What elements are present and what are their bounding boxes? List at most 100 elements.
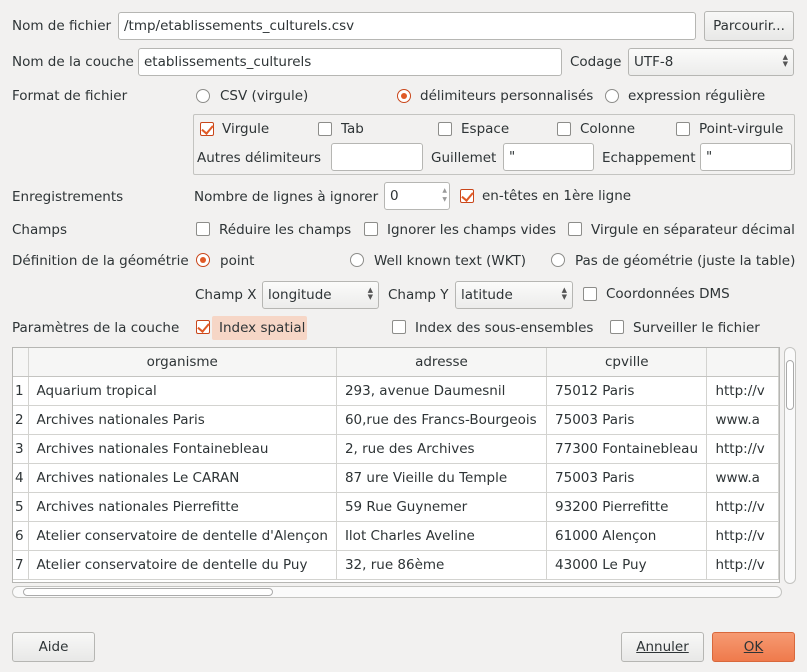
x-field-value: longitude bbox=[268, 287, 332, 303]
table-cell: www.a bbox=[706, 405, 779, 435]
table-header-row: organisme adresse cpville bbox=[13, 348, 779, 377]
trim-fields-checkbox[interactable] bbox=[196, 222, 210, 236]
table-cell: Atelier conservatoire de dentelle d'Alen… bbox=[28, 521, 337, 551]
geometry-none-radio[interactable] bbox=[551, 253, 565, 267]
x-field-select[interactable]: longitude ▲ ▼ bbox=[262, 281, 379, 309]
table-cell: 60,rue des Francs-Bourgeois bbox=[336, 405, 548, 435]
format-csv-radio[interactable] bbox=[196, 89, 210, 103]
ok-button[interactable]: OK bbox=[712, 632, 795, 662]
spatial-index-checkbox[interactable] bbox=[196, 320, 210, 334]
table-cell: www.a bbox=[706, 463, 779, 493]
spatial-index-label: Index spatial bbox=[219, 320, 306, 336]
sample-data-table[interactable]: organisme adresse cpville 1 Aquarium tro… bbox=[12, 347, 780, 583]
escape-field[interactable]: " bbox=[700, 143, 792, 171]
dms-label: Coordonnées DMS bbox=[606, 286, 730, 302]
geometry-wkt-label: Well known text (WKT) bbox=[374, 253, 527, 269]
dms-checkbox[interactable] bbox=[583, 287, 597, 301]
horizontal-scroll-thumb[interactable] bbox=[23, 588, 273, 596]
spin-arrows-icon[interactable]: ▲ ▼ bbox=[442, 186, 447, 204]
row-number: 5 bbox=[13, 492, 29, 522]
decimal-comma-checkbox[interactable] bbox=[568, 222, 582, 236]
file-path-field[interactable]: /tmp/etablissements_culturels.csv bbox=[118, 12, 696, 40]
table-cell: 61000 Alençon bbox=[546, 521, 708, 551]
geometry-label: Définition de la géométrie bbox=[12, 253, 189, 269]
column-header[interactable]: cpville bbox=[546, 348, 708, 377]
delim-colon-label: Colonne bbox=[580, 121, 636, 137]
table-row[interactable]: 4 Archives nationales Le CARAN 87 ure Vi… bbox=[13, 463, 779, 493]
combo-arrows-icon: ▲ ▼ bbox=[367, 286, 373, 301]
column-header[interactable] bbox=[706, 348, 779, 377]
combo-arrows-icon: ▲ ▼ bbox=[782, 53, 788, 68]
table-row[interactable]: 5 Archives nationales Pierrefitte 59 Rue… bbox=[13, 492, 779, 522]
subset-index-checkbox[interactable] bbox=[392, 320, 406, 334]
delim-space-checkbox[interactable] bbox=[438, 122, 452, 136]
browse-button[interactable]: Parcourir... bbox=[704, 11, 794, 41]
table-cell: Archives nationales Fontainebleau bbox=[28, 434, 337, 464]
table-row[interactable]: 1 Aquarium tropical 293, avenue Daumesni… bbox=[13, 376, 779, 406]
discard-empty-label: Ignorer les champs vides bbox=[387, 222, 557, 238]
help-button[interactable]: Aide bbox=[12, 632, 95, 662]
table-cell: http://v bbox=[706, 434, 779, 464]
delim-colon-checkbox[interactable] bbox=[557, 122, 571, 136]
row-number: 7 bbox=[13, 550, 29, 580]
other-delimiters-label: Autres délimiteurs bbox=[197, 150, 321, 166]
delim-space-label: Espace bbox=[461, 121, 510, 137]
layer-name-field[interactable]: etablissements_culturels bbox=[138, 48, 562, 76]
row-number: 1 bbox=[13, 376, 29, 406]
format-custom-label: délimiteurs personnalisés bbox=[420, 88, 594, 104]
column-header[interactable]: adresse bbox=[336, 348, 548, 377]
records-label: Enregistrements bbox=[12, 189, 124, 205]
table-row[interactable]: 3 Archives nationales Fontainebleau 2, r… bbox=[13, 434, 779, 464]
table-cell: 293, avenue Daumesnil bbox=[336, 376, 548, 406]
table-cell: 59 Rue Guynemer bbox=[336, 492, 548, 522]
quote-label: Guillemet bbox=[431, 150, 497, 166]
table-horizontal-scrollbar[interactable] bbox=[12, 586, 782, 598]
format-regex-radio[interactable] bbox=[605, 89, 619, 103]
trim-fields-label: Réduire les champs bbox=[219, 222, 352, 238]
decimal-comma-label: Virgule en séparateur décimal bbox=[591, 222, 795, 238]
subset-index-label: Index des sous-ensembles bbox=[415, 320, 594, 336]
row-number: 4 bbox=[13, 463, 29, 493]
table-cell: 75003 Paris bbox=[546, 405, 708, 435]
delim-tab-checkbox[interactable] bbox=[318, 122, 332, 136]
delim-comma-label: Virgule bbox=[222, 121, 270, 137]
cancel-button[interactable]: Annuler bbox=[621, 632, 704, 662]
headers-checkbox[interactable] bbox=[460, 189, 474, 203]
table-cell: 87 ure Vieille du Temple bbox=[336, 463, 548, 493]
encoding-select[interactable]: UTF-8 ▲ ▼ bbox=[628, 48, 794, 76]
delim-semicolon-label: Point-virgule bbox=[699, 121, 784, 137]
delim-tab-label: Tab bbox=[341, 121, 364, 137]
format-custom-radio[interactable] bbox=[397, 89, 411, 103]
table-row[interactable]: 6 Atelier conservatoire de dentelle d'Al… bbox=[13, 521, 779, 551]
quote-field[interactable]: " bbox=[503, 143, 594, 171]
skip-lines-spinbox[interactable]: 0 ▲ ▼ bbox=[384, 182, 450, 210]
format-regex-label: expression régulière bbox=[628, 88, 766, 104]
y-field-select[interactable]: latitude ▲ ▼ bbox=[455, 281, 573, 309]
delim-semicolon-checkbox[interactable] bbox=[676, 122, 690, 136]
table-row[interactable]: 7 Atelier conservatoire de dentelle du P… bbox=[13, 550, 779, 580]
geometry-point-radio[interactable] bbox=[196, 253, 210, 267]
table-cell: 77300 Fontainebleau bbox=[546, 434, 708, 464]
column-header[interactable]: organisme bbox=[28, 348, 337, 377]
table-cell: Archives nationales Paris bbox=[28, 405, 337, 435]
geometry-wkt-radio[interactable] bbox=[350, 253, 364, 267]
headers-label: en-têtes en 1ère ligne bbox=[482, 188, 632, 204]
file-name-label: Nom de fichier bbox=[12, 18, 112, 34]
table-vertical-scrollbar[interactable] bbox=[784, 347, 796, 584]
table-row[interactable]: 2 Archives nationales Paris 60,rue des F… bbox=[13, 405, 779, 435]
skip-lines-value: 0 bbox=[390, 188, 399, 204]
vertical-scroll-thumb[interactable] bbox=[786, 360, 794, 410]
file-format-label: Format de fichier bbox=[12, 88, 128, 104]
table-cell: Archives nationales Le CARAN bbox=[28, 463, 337, 493]
other-delimiters-field[interactable] bbox=[331, 143, 423, 171]
encoding-value: UTF-8 bbox=[634, 54, 674, 70]
escape-label: Echappement bbox=[602, 150, 696, 166]
discard-empty-checkbox[interactable] bbox=[364, 222, 378, 236]
combo-arrows-icon: ▲ ▼ bbox=[561, 286, 567, 301]
table-cell: 75003 Paris bbox=[546, 463, 708, 493]
x-field-label: Champ X bbox=[195, 287, 257, 303]
watch-file-checkbox[interactable] bbox=[610, 320, 624, 334]
table-cell: http://v bbox=[706, 376, 779, 406]
delim-comma-checkbox[interactable] bbox=[200, 122, 214, 136]
row-number: 2 bbox=[13, 405, 29, 435]
